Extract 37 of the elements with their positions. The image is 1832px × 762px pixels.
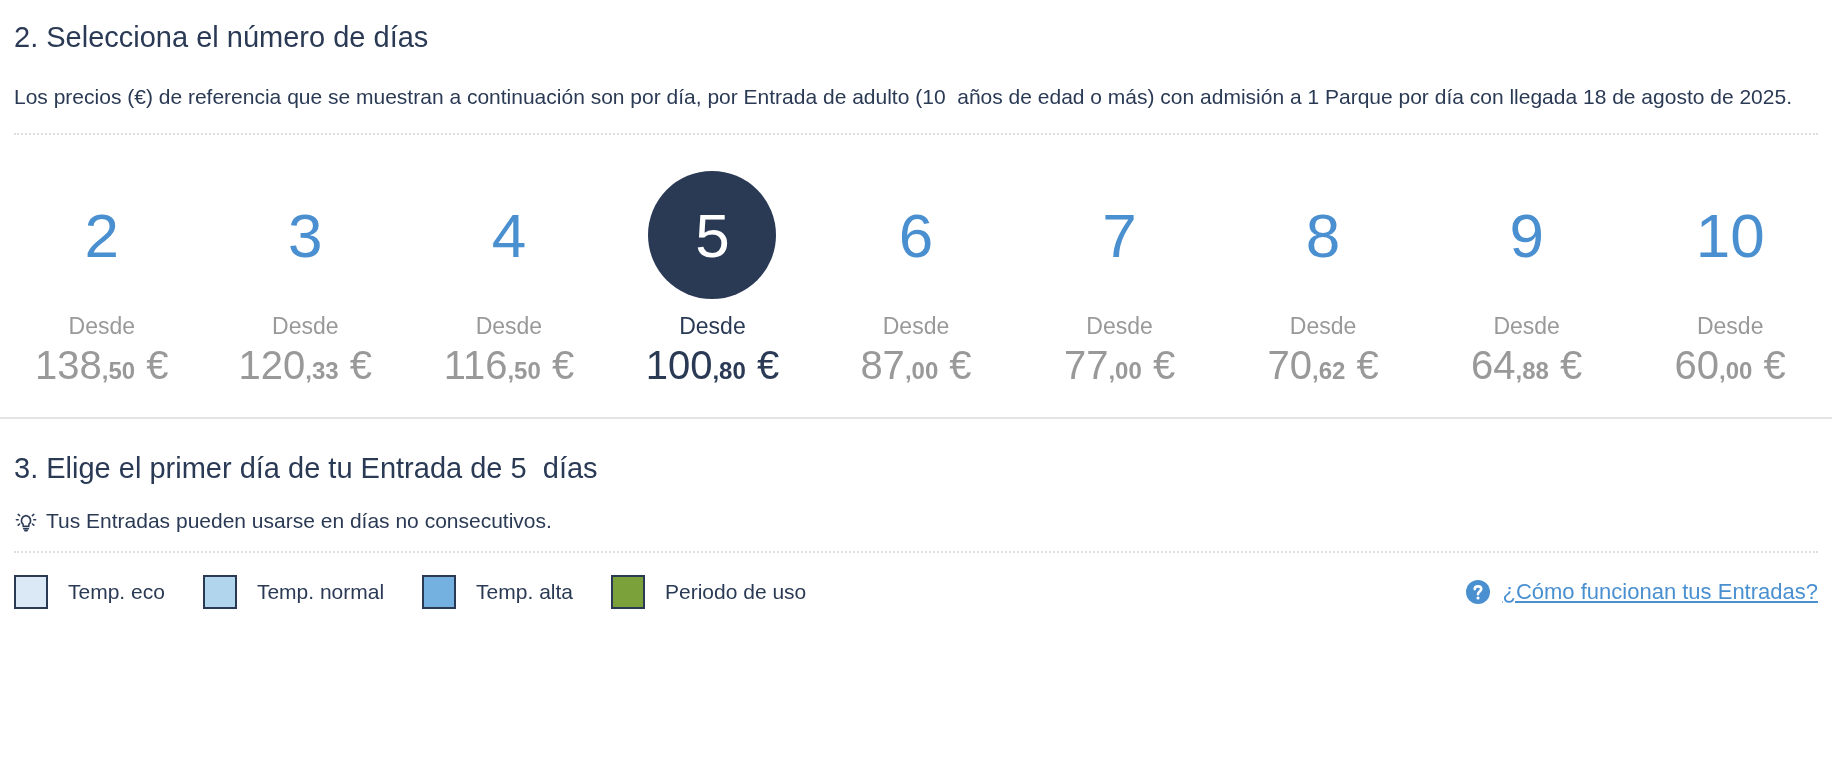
price-caption: Desde — [475, 312, 543, 341]
day-count-button[interactable]: 3 — [241, 171, 370, 299]
tip-text: Tus Entradas pueden usarse en días no consecutivos. — [46, 509, 552, 533]
price-caption: Desde — [272, 312, 339, 341]
day-count-button[interactable]: 2 — [37, 171, 166, 299]
legend-label: Temp. eco — [68, 580, 165, 604]
day-count-button[interactable]: 6 — [852, 171, 980, 299]
legend-label: Temp. normal — [256, 580, 385, 604]
help-link[interactable]: ¿Cómo funcionan tus Entradas? — [1502, 579, 1818, 605]
legend-label: Periodo de uso — [665, 580, 807, 604]
help-icon — [1466, 580, 1491, 604]
price-caption: Desde — [679, 312, 746, 341]
legend-label: Temp. alta — [476, 580, 573, 604]
price-caption: Desde — [1289, 312, 1357, 341]
price-text: 77,00 € — [1063, 342, 1176, 389]
day-count-button[interactable]: 8 — [1259, 171, 1388, 299]
day-count-button[interactable]: 7 — [1055, 171, 1184, 299]
price-text: 87,00 € — [860, 342, 972, 389]
price-text: 116,50 € — [443, 342, 575, 389]
price-caption: Desde — [68, 312, 135, 341]
price-caption: Desde — [1696, 312, 1764, 341]
price-text: 120,33 € — [238, 342, 373, 389]
price-text: 64,88 € — [1471, 342, 1583, 389]
price-text: 70,62 € — [1267, 342, 1379, 389]
day-count-button[interactable]: 10 — [1666, 171, 1795, 299]
section-title: 2. Selecciona el número de días — [14, 20, 430, 55]
day-count-button[interactable]: 9 — [1462, 171, 1591, 299]
price-text: 138,50 € — [35, 342, 169, 389]
section-title: 3. Elige el primer día de tu Entrada de 5 días — [14, 451, 599, 486]
price-text: 60,00 € — [1674, 342, 1786, 389]
day-count-button[interactable]: 5 — [648, 171, 777, 299]
description-text: Los precios (€) de referencia que se muestran a continuación son por día, por Entrada de adulto (10 años de edad o más) con admisión a 1 Parque por día con llegada 18 de agosto de 2025. — [14, 84, 1793, 110]
price-caption: Desde — [882, 312, 950, 341]
price-caption: Desde — [1493, 312, 1560, 341]
price-caption: Desde — [1086, 312, 1153, 341]
price-text: 100,80 € — [645, 342, 780, 389]
day-count-button[interactable]: 4 — [444, 171, 573, 299]
